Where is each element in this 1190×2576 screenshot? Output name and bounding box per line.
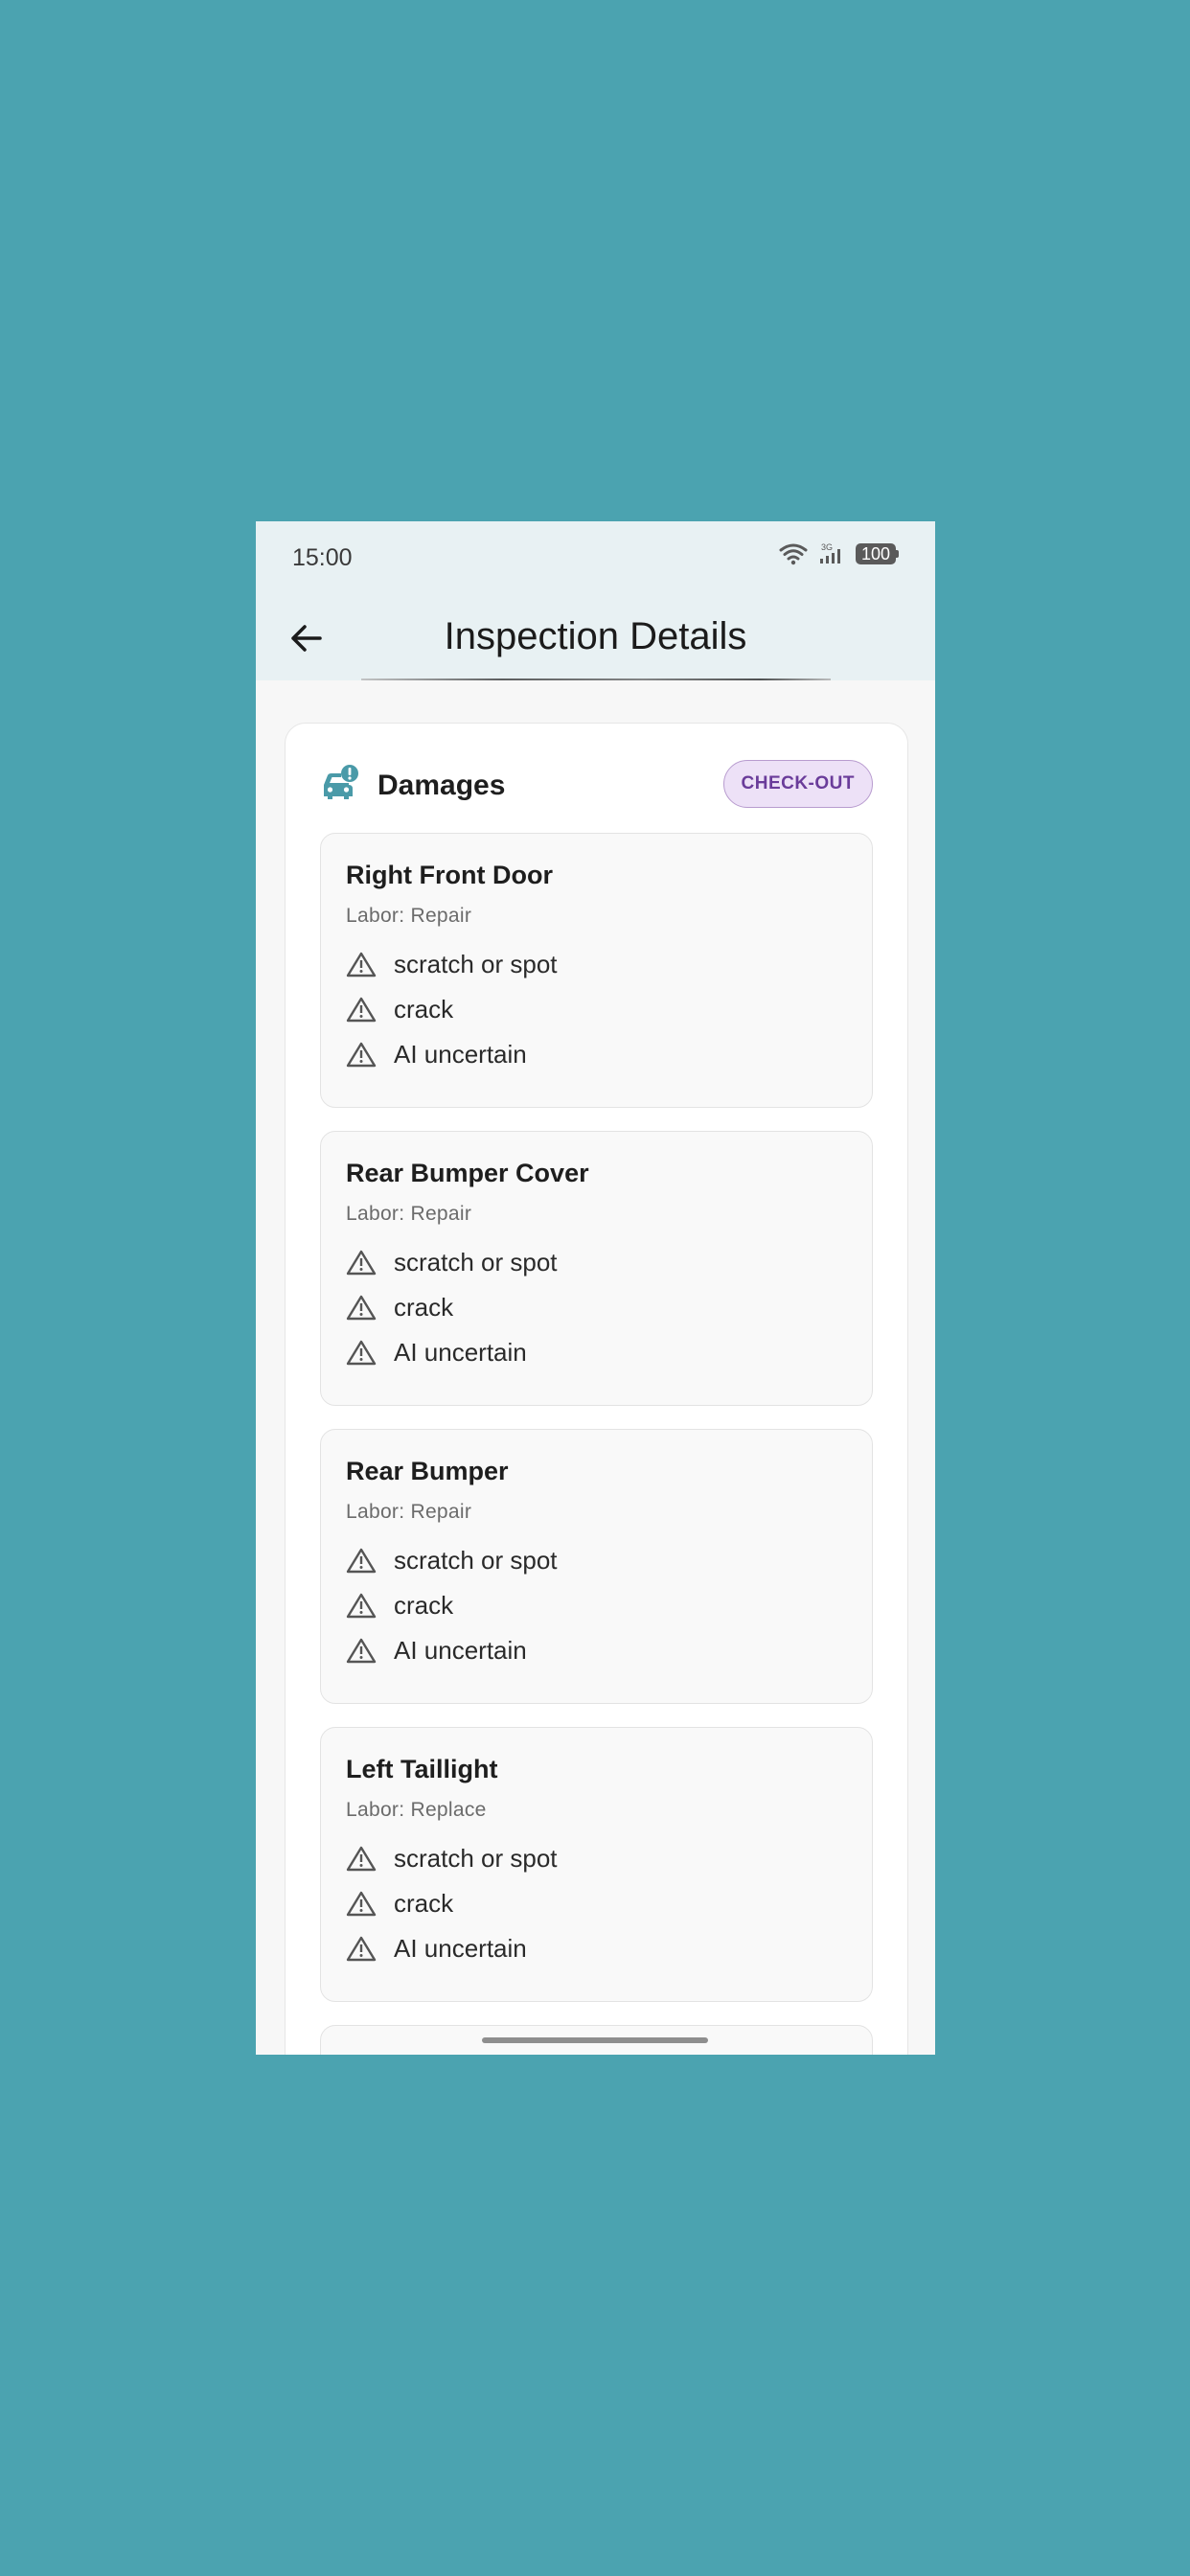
issue-text: crack: [394, 1888, 454, 1918]
card-title: Damages: [378, 770, 506, 801]
issue-row: crack: [346, 1886, 453, 1920]
battery-icon: 100: [856, 543, 899, 564]
issue-text: AI uncertain: [394, 1039, 527, 1069]
phone-screen: 15:00 3G 100 Inspection Details Damages …: [256, 521, 935, 2055]
battery-level: 100: [856, 543, 896, 564]
damages-card-header: Damages CHECK-OUT: [320, 760, 873, 812]
status-time: 15:00: [292, 544, 353, 571]
wifi-icon: [779, 543, 808, 565]
network-type-label: 3G: [821, 542, 833, 552]
app-bar: Inspection Details: [256, 596, 935, 680]
issue-row: AI uncertain: [346, 1335, 527, 1369]
issue-row: AI uncertain: [346, 1037, 527, 1071]
damage-item[interactable]: Rear Bumper Cover Labor: Repair scratch …: [320, 1131, 873, 1406]
issue-row: scratch or spot: [346, 1245, 558, 1279]
status-icons: 3G 100: [779, 542, 899, 565]
issue-row: scratch or spot: [346, 1841, 558, 1875]
status-bar: 15:00 3G 100: [256, 521, 935, 596]
damage-item[interactable]: Right Front Door Labor: Repair scratch o…: [320, 833, 873, 1108]
issue-row: crack: [346, 1290, 453, 1324]
damage-item[interactable]: Left Taillight Labor: Replace scratch or…: [320, 1727, 873, 2002]
damage-item[interactable]: Rear Bumper Labor: Repair scratch or spo…: [320, 1429, 873, 1704]
issue-row: scratch or spot: [346, 1543, 558, 1577]
issue-row: crack: [346, 1588, 453, 1622]
checkout-badge: CHECK-OUT: [722, 760, 873, 808]
issue-text: AI uncertain: [394, 1635, 527, 1665]
issue-text: scratch or spot: [394, 1843, 558, 1873]
damage-labor: Labor: Repair: [346, 1203, 472, 1225]
damage-part-name: Right Front Door: [346, 861, 553, 889]
warning-icon: [346, 1593, 377, 1619]
issue-text: AI uncertain: [394, 1933, 527, 1963]
warning-icon: [346, 1295, 377, 1321]
damage-part-name: Rear Bumper: [346, 1457, 509, 1485]
warning-icon: [346, 1891, 377, 1917]
warning-icon: [346, 1340, 377, 1366]
warning-icon: [346, 1846, 377, 1872]
home-indicator[interactable]: [482, 2037, 708, 2043]
warning-icon: [346, 997, 377, 1023]
issue-row: AI uncertain: [346, 1931, 527, 1966]
cellular-signal-icon: 3G: [820, 542, 840, 564]
damage-part-name: Rear Bumper Cover: [346, 1159, 589, 1187]
car-alert-icon: [324, 765, 358, 799]
issue-text: scratch or spot: [394, 949, 558, 978]
warning-icon: [346, 952, 377, 978]
issue-text: crack: [394, 1590, 454, 1620]
damage-labor: Labor: Replace: [346, 1799, 487, 1821]
warning-icon: [346, 1936, 377, 1962]
issue-text: scratch or spot: [394, 1545, 558, 1575]
scroll-content[interactable]: Damages CHECK-OUT Right Front Door Labor…: [256, 680, 935, 2055]
issue-row: AI uncertain: [346, 1633, 527, 1668]
warning-icon: [346, 1638, 377, 1664]
issue-text: crack: [394, 1292, 454, 1322]
issue-row: crack: [346, 992, 453, 1026]
issue-text: AI uncertain: [394, 1337, 527, 1367]
page-title: Inspection Details: [444, 615, 747, 657]
warning-icon: [346, 1548, 377, 1574]
issue-row: scratch or spot: [346, 947, 558, 981]
warning-icon: [346, 1042, 377, 1068]
issue-text: crack: [394, 994, 454, 1024]
warning-icon: [346, 1250, 377, 1276]
damages-card: Damages CHECK-OUT Right Front Door Labor…: [285, 723, 908, 2055]
damage-labor: Labor: Repair: [346, 1501, 472, 1523]
damage-labor: Labor: Repair: [346, 905, 472, 927]
damage-part-name: Left Taillight: [346, 1755, 498, 1783]
issue-text: scratch or spot: [394, 1247, 558, 1276]
